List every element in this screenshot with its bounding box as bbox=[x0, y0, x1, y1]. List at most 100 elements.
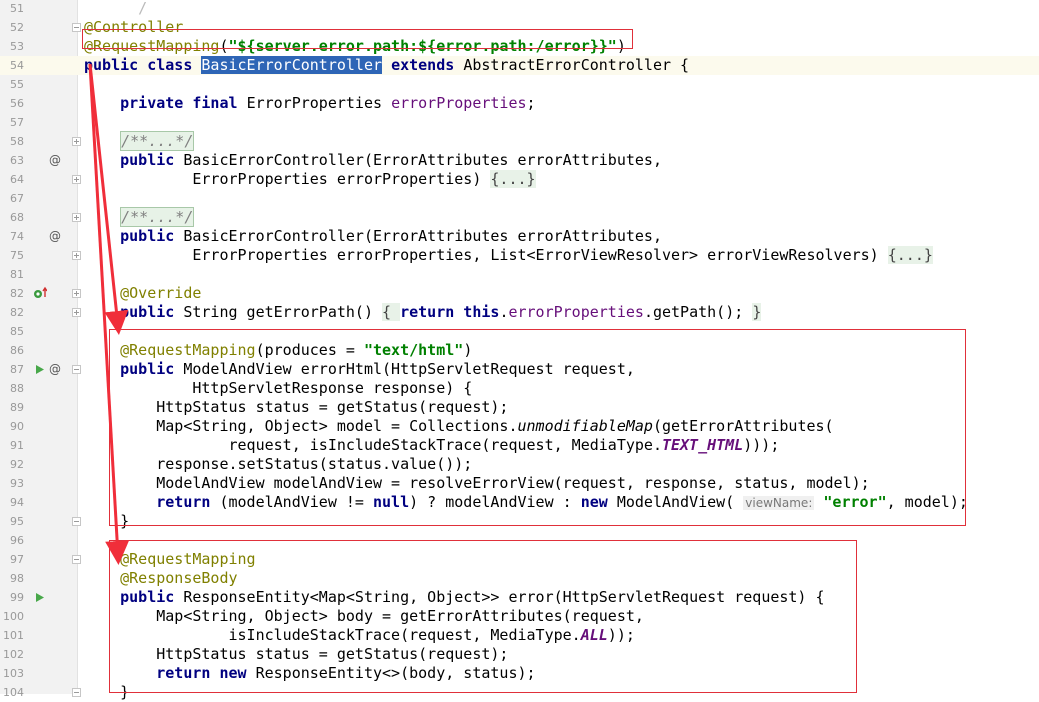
code-token: {...} bbox=[490, 170, 535, 188]
line-number[interactable]: 87 bbox=[0, 360, 24, 379]
code-token: BasicErrorController(ErrorAttributes err… bbox=[183, 151, 662, 169]
code-token: ErrorProperties errorProperties, List<Er… bbox=[84, 246, 888, 264]
line-number[interactable]: 63 bbox=[0, 151, 24, 170]
line-number[interactable]: 56 bbox=[0, 94, 24, 113]
at-annotation-icon[interactable]: @ bbox=[48, 360, 62, 379]
line-number[interactable]: 54 bbox=[0, 56, 24, 75]
fold-expand-icon[interactable] bbox=[72, 213, 81, 222]
line-number[interactable]: 97 bbox=[0, 550, 24, 569]
code-text[interactable]: ErrorProperties errorProperties) {...} bbox=[84, 170, 536, 189]
code-line[interactable]: 75 ErrorProperties errorProperties, List… bbox=[0, 246, 1039, 265]
line-number[interactable]: 88 bbox=[0, 379, 24, 398]
line-number[interactable]: 100 bbox=[0, 607, 24, 626]
code-text[interactable]: public String getErrorPath() { return th… bbox=[84, 303, 761, 322]
code-line[interactable]: 57 bbox=[0, 113, 1039, 132]
code-line[interactable]: 68 /**...*/ bbox=[0, 208, 1039, 227]
line-number[interactable]: 90 bbox=[0, 417, 24, 436]
code-line[interactable]: 64 ErrorProperties errorProperties) {...… bbox=[0, 170, 1039, 189]
line-number[interactable]: 99 bbox=[0, 588, 24, 607]
run-arrow-icon[interactable] bbox=[33, 588, 47, 607]
fold-collapse-icon[interactable] bbox=[72, 23, 81, 32]
fold-expand-icon[interactable] bbox=[72, 289, 81, 298]
line-number[interactable]: 68 bbox=[0, 208, 24, 227]
error-html-highlight-box bbox=[109, 329, 966, 526]
fold-expand-icon[interactable] bbox=[72, 251, 81, 260]
line-number[interactable]: 92 bbox=[0, 455, 24, 474]
code-token: public bbox=[84, 303, 183, 321]
code-line[interactable]: 63 @ public BasicErrorController(ErrorAtt… bbox=[0, 151, 1039, 170]
line-number[interactable]: 86 bbox=[0, 341, 24, 360]
line-number[interactable]: 51 bbox=[0, 0, 24, 18]
line-number[interactable]: 75 bbox=[0, 246, 24, 265]
code-token: { bbox=[382, 303, 400, 321]
code-text[interactable]: ErrorProperties errorProperties, List<Er… bbox=[84, 246, 933, 265]
code-line[interactable]: 67 bbox=[0, 189, 1039, 208]
line-number[interactable]: 74 bbox=[0, 227, 24, 246]
code-token: errorProperties bbox=[508, 303, 643, 321]
code-line[interactable]: 54 public class BasicErrorController exte… bbox=[0, 56, 1039, 75]
code-token: return this bbox=[400, 303, 499, 321]
code-line[interactable]: 82 @Override bbox=[0, 284, 1039, 303]
code-text[interactable]: public class BasicErrorController extend… bbox=[84, 56, 689, 75]
line-number[interactable]: 104 bbox=[0, 683, 24, 702]
code-token: errorProperties bbox=[391, 94, 526, 112]
line-number[interactable]: 82 bbox=[0, 303, 24, 322]
line-number[interactable]: 82 bbox=[0, 284, 24, 303]
code-line[interactable]: 55 bbox=[0, 75, 1039, 94]
at-annotation-icon[interactable]: @ bbox=[48, 227, 62, 246]
fold-collapse-icon[interactable] bbox=[72, 688, 81, 697]
line-number[interactable]: 95 bbox=[0, 512, 24, 531]
run-arrow-icon[interactable] bbox=[33, 360, 47, 379]
line-number[interactable]: 103 bbox=[0, 664, 24, 683]
line-number[interactable]: 53 bbox=[0, 37, 24, 56]
request-mapping-highlight-box bbox=[82, 29, 633, 49]
line-number[interactable]: 64 bbox=[0, 170, 24, 189]
line-number[interactable]: 58 bbox=[0, 132, 24, 151]
code-token: ErrorProperties bbox=[247, 94, 392, 112]
line-number[interactable]: 102 bbox=[0, 645, 24, 664]
code-line[interactable]: 51 / bbox=[0, 0, 1039, 18]
line-number[interactable]: 55 bbox=[0, 75, 24, 94]
code-text[interactable]: public BasicErrorController(ErrorAttribu… bbox=[84, 151, 662, 170]
fold-expand-icon[interactable] bbox=[72, 308, 81, 317]
code-token: @Override bbox=[120, 284, 201, 302]
at-annotation-icon[interactable]: @ bbox=[48, 151, 62, 170]
code-token: AbstractErrorController { bbox=[463, 56, 689, 74]
code-token bbox=[84, 132, 120, 150]
line-number[interactable]: 57 bbox=[0, 113, 24, 132]
fold-collapse-icon[interactable] bbox=[72, 365, 81, 374]
line-number[interactable]: 85 bbox=[0, 322, 24, 341]
line-number[interactable]: 52 bbox=[0, 18, 24, 37]
code-line[interactable]: 58 /**...*/ bbox=[0, 132, 1039, 151]
code-line[interactable]: 74 @ public BasicErrorController(ErrorAtt… bbox=[0, 227, 1039, 246]
fold-collapse-icon[interactable] bbox=[72, 555, 81, 564]
line-number[interactable]: 101 bbox=[0, 626, 24, 645]
line-number[interactable]: 96 bbox=[0, 531, 24, 550]
selected-class-name: BasicErrorController bbox=[201, 56, 382, 74]
line-number[interactable]: 91 bbox=[0, 436, 24, 455]
code-token: public bbox=[84, 227, 183, 245]
code-text[interactable]: / bbox=[84, 0, 147, 18]
code-line[interactable]: 56 private final ErrorProperties errorPr… bbox=[0, 94, 1039, 113]
line-number[interactable]: 93 bbox=[0, 474, 24, 493]
line-number[interactable]: 98 bbox=[0, 569, 24, 588]
fold-collapse-icon[interactable] bbox=[72, 517, 81, 526]
line-number[interactable]: 94 bbox=[0, 493, 24, 512]
code-token bbox=[84, 284, 120, 302]
code-token: public class bbox=[84, 56, 201, 74]
code-text[interactable]: private final ErrorProperties errorPrope… bbox=[84, 94, 536, 113]
code-line[interactable]: 81 bbox=[0, 265, 1039, 284]
fold-expand-icon[interactable] bbox=[72, 137, 81, 146]
line-number[interactable]: 89 bbox=[0, 398, 24, 417]
code-text[interactable]: public BasicErrorController(ErrorAttribu… bbox=[84, 227, 662, 246]
line-number[interactable]: 67 bbox=[0, 189, 24, 208]
line-number[interactable]: 81 bbox=[0, 265, 24, 284]
fold-expand-icon[interactable] bbox=[72, 175, 81, 184]
code-text[interactable]: /**...*/ bbox=[84, 208, 194, 227]
code-line[interactable]: 82 public String getErrorPath() { return… bbox=[0, 303, 1039, 322]
code-token: / bbox=[84, 0, 147, 17]
code-text[interactable]: /**...*/ bbox=[84, 132, 194, 151]
override-icon[interactable] bbox=[33, 284, 47, 303]
code-token: .getPath(); bbox=[644, 303, 752, 321]
code-text[interactable]: @Override bbox=[84, 284, 201, 303]
